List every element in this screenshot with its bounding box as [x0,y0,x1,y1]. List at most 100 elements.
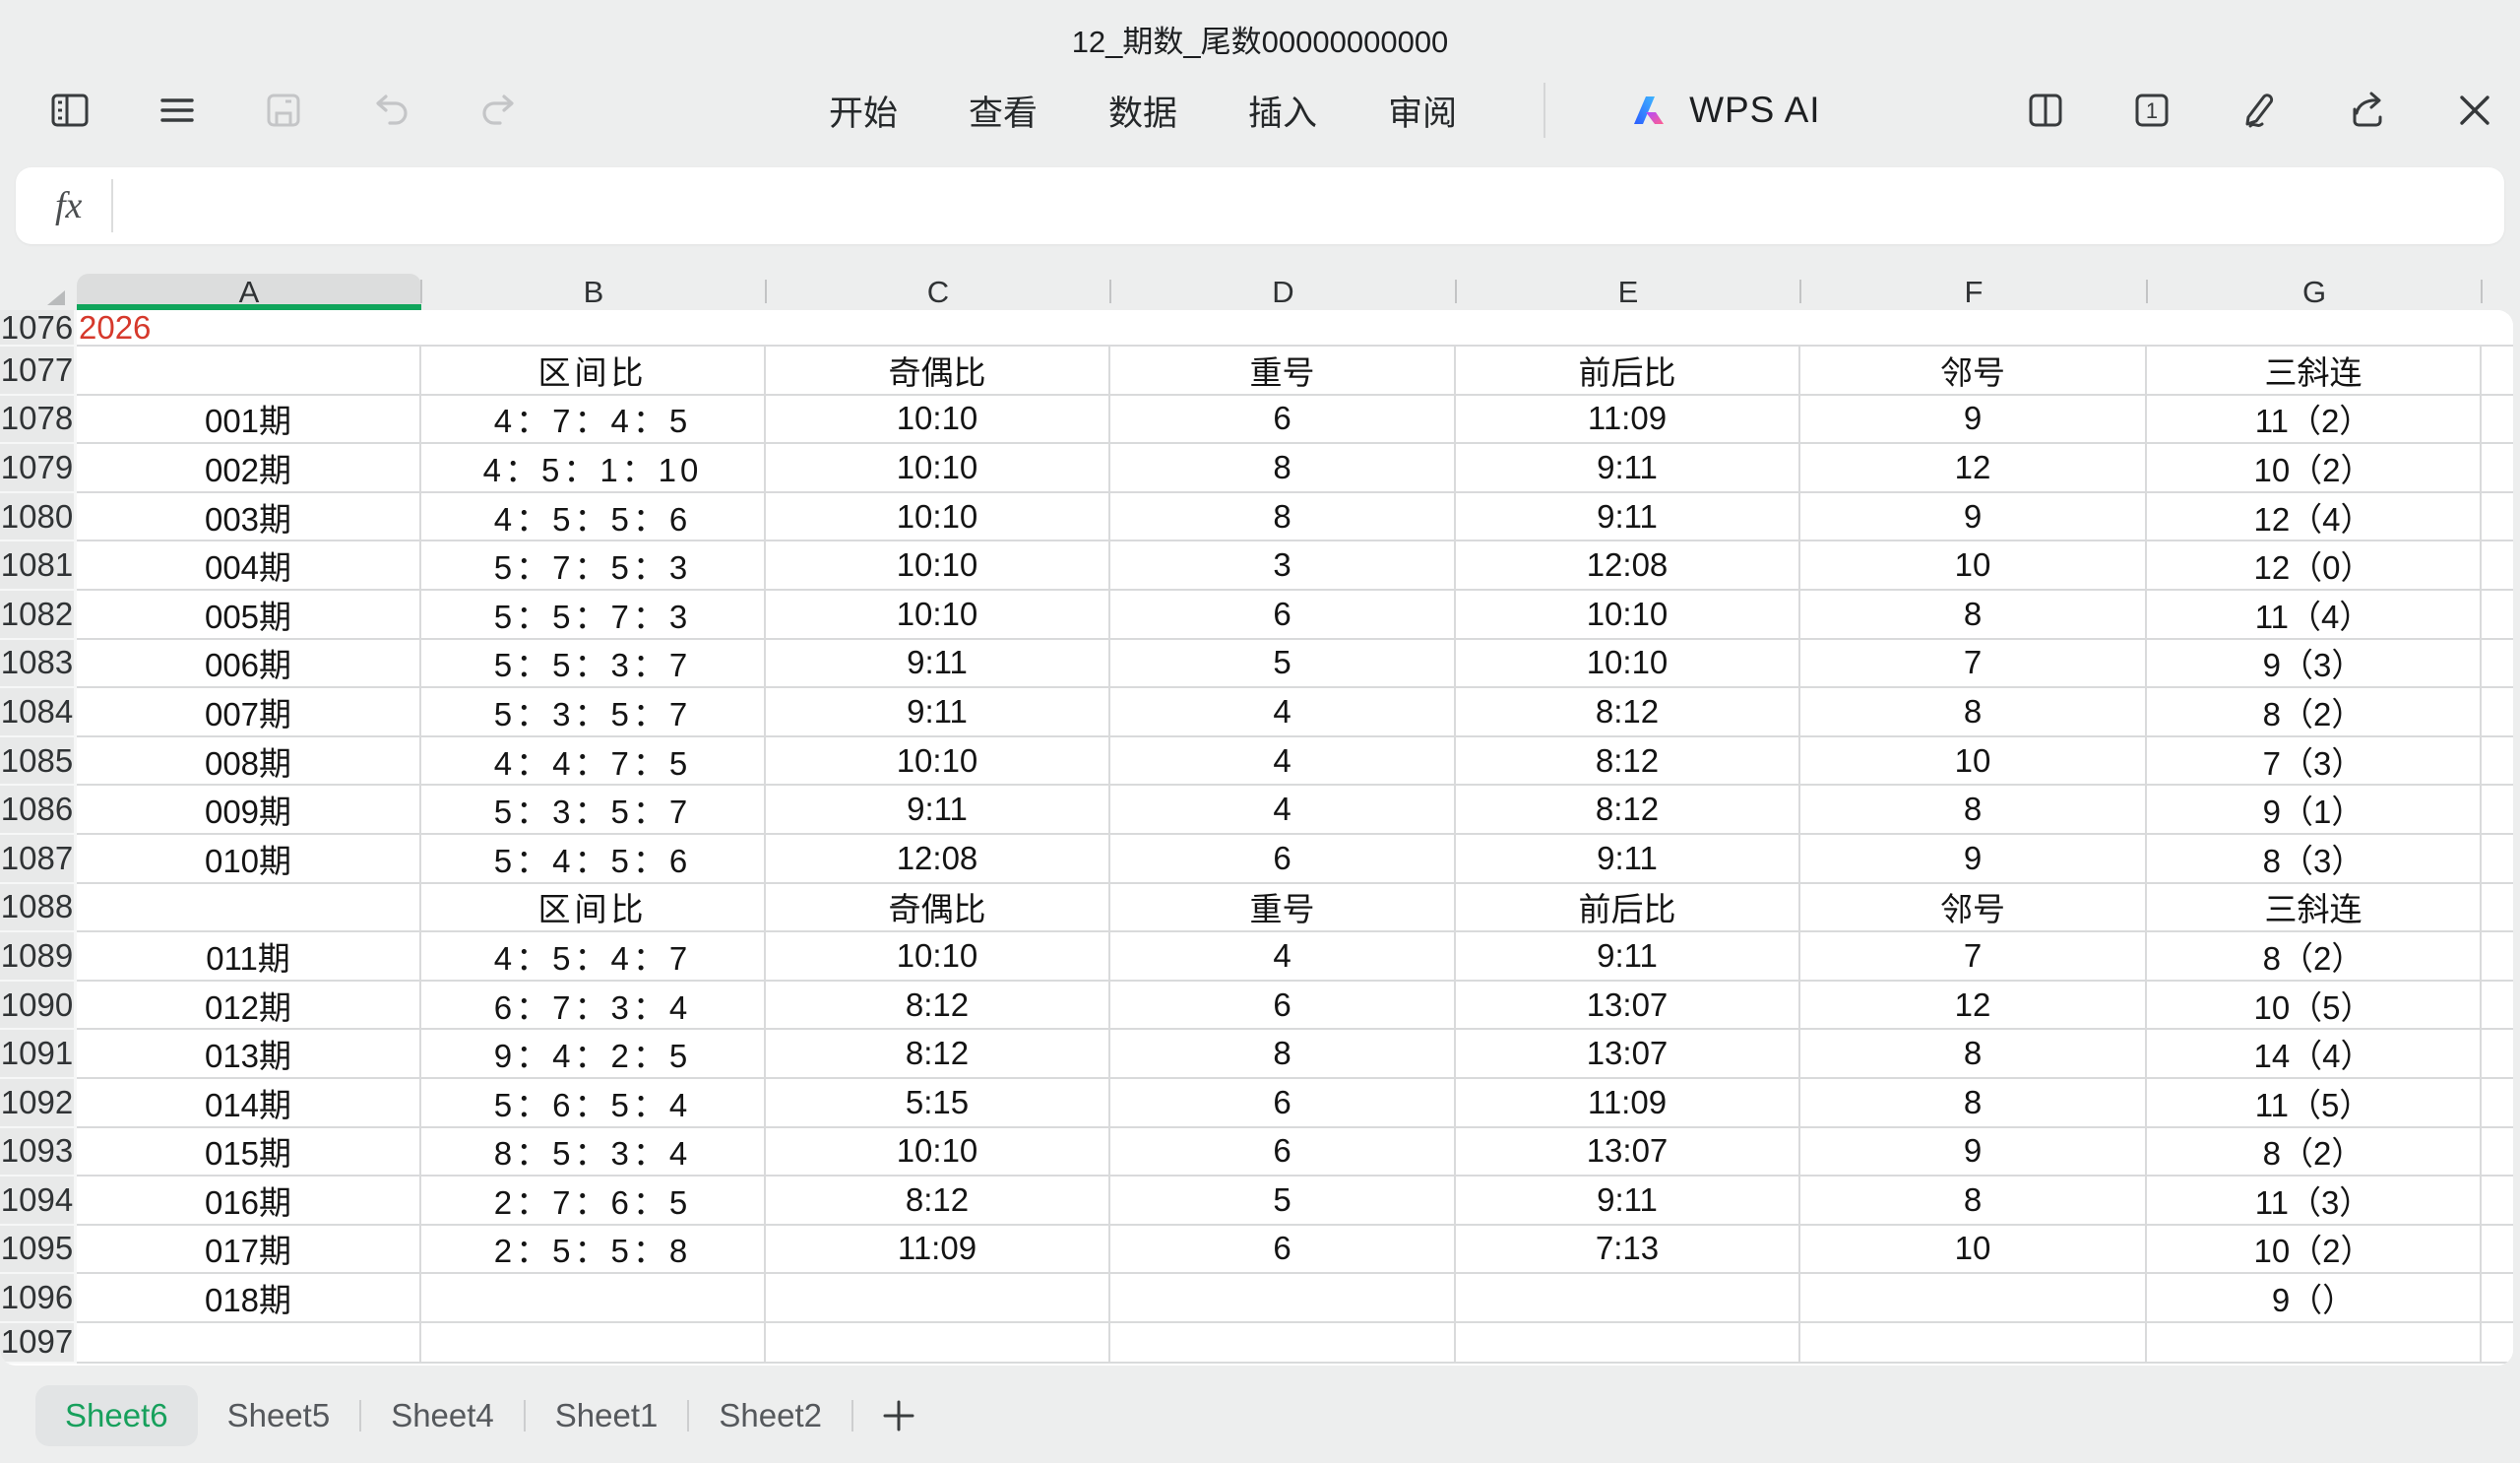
row-header-1094[interactable]: 1094 [0,1177,77,1226]
cell-c-1082[interactable]: 10:10 [766,590,1110,640]
select-all-corner[interactable] [0,274,77,310]
cell-partial-1083[interactable] [2482,640,2513,689]
cell-d-1092[interactable]: 6 [1110,1078,1456,1128]
cell-c-1088[interactable]: 奇偶比 [766,883,1110,933]
cell-c-1077[interactable]: 奇偶比 [766,347,1110,396]
cell-partial-1080[interactable] [2482,493,2513,542]
row-header-1082[interactable]: 1082 [0,590,77,640]
column-header-f[interactable]: F [1800,274,2148,310]
column-header-g[interactable]: G [2147,274,2483,310]
window-count-icon[interactable]: 1 [2130,89,2174,132]
sheet-tab-sheet1[interactable]: Sheet1 [526,1385,688,1446]
cell-a-1086[interactable]: 009期 [77,786,421,835]
sheet-tab-sheet6[interactable]: Sheet6 [35,1385,198,1446]
cell-b-1092[interactable]: 5：6：5：4 [421,1078,766,1128]
cell-partial-1094[interactable] [2482,1177,2513,1226]
cell-e-1083[interactable]: 10:10 [1456,639,1800,689]
cell-f-1087[interactable]: 9 [1800,834,2147,884]
cell-f-1078[interactable]: 9 [1800,395,2147,445]
cell-e-1080[interactable]: 9:11 [1456,492,1800,542]
cell-d-1079[interactable]: 8 [1110,444,1456,493]
cell-g-1087[interactable]: 8（3） [2147,834,2482,884]
cell-g-1083[interactable]: 9（3） [2147,639,2482,689]
row-header-1096[interactable]: 1096 [0,1274,77,1323]
cell-a-1077[interactable] [77,347,421,396]
cell-c-1097[interactable] [766,1322,1110,1364]
cell-f-1081[interactable]: 10 [1800,541,2147,591]
cell-c-1086[interactable]: 9:11 [766,786,1110,835]
cell-c-1090[interactable]: 8:12 [766,981,1110,1031]
cell-e-1078[interactable]: 11:09 [1456,395,1800,445]
cell-f-1089[interactable]: 7 [1800,932,2147,982]
cell-partial-1085[interactable] [2482,737,2513,787]
cell-a-1097[interactable] [77,1322,421,1364]
cell-b-1090[interactable]: 6：7：3：4 [421,981,766,1031]
hamburger-menu-icon[interactable] [156,89,199,132]
cell-g-1091[interactable]: 14（4） [2147,1030,2482,1079]
cell-c-1078[interactable]: 10:10 [766,395,1110,445]
cell-partial-1090[interactable] [2482,982,2513,1031]
cell-b-1078[interactable]: 4：7：4：5 [421,395,766,445]
cell-d-1090[interactable]: 6 [1110,981,1456,1031]
close-icon[interactable] [2453,89,2496,132]
cell-e-1079[interactable]: 9:11 [1456,444,1800,493]
cell-a-1095[interactable]: 017期 [77,1225,421,1275]
cell-g-1088[interactable]: 三斜连 [2147,883,2482,933]
menu-view[interactable]: 查看 [969,86,1038,136]
row-header-1095[interactable]: 1095 [0,1225,77,1275]
cell-g-1096[interactable]: 9（） [2147,1274,2482,1323]
split-view-icon[interactable] [2024,89,2067,132]
row-header-1093[interactable]: 1093 [0,1127,77,1177]
row-header-1089[interactable]: 1089 [0,932,77,982]
cell-g-1085[interactable]: 7（3） [2147,736,2482,787]
sheet-tab-sheet5[interactable]: Sheet5 [198,1385,360,1446]
cell-a-1082[interactable]: 005期 [77,590,421,640]
cell-partial-1091[interactable] [2482,1030,2513,1079]
cell-g-1080[interactable]: 12（4） [2147,492,2482,542]
cell-c-1079[interactable]: 10:10 [766,444,1110,493]
cell-f-1090[interactable]: 12 [1800,981,2147,1031]
row-header-1076[interactable]: 1076 [0,310,77,347]
cell-b-1087[interactable]: 5：4：5：6 [421,834,766,884]
cell-g-1082[interactable]: 11（4） [2147,590,2482,640]
cell-d-1087[interactable]: 6 [1110,834,1456,884]
cell-d-1084[interactable]: 4 [1110,688,1456,737]
cell-b-1089[interactable]: 4：5：4：7 [421,932,766,982]
cell-e-1097[interactable] [1456,1322,1800,1364]
row-header-1079[interactable]: 1079 [0,444,77,493]
cell-a-1091[interactable]: 013期 [77,1030,421,1079]
wps-ai-button[interactable]: WPS AI [1626,87,1820,134]
cell-b-1084[interactable]: 5：3：5：7 [421,688,766,737]
cell-c-1081[interactable]: 10:10 [766,541,1110,591]
row-header-1083[interactable]: 1083 [0,639,77,689]
cell-f-1079[interactable]: 12 [1800,444,2147,493]
cell-f-1085[interactable]: 10 [1800,736,2147,787]
cell-b-1080[interactable]: 4：5：5：6 [421,492,766,542]
panel-toggle-icon[interactable] [47,88,93,133]
cell-a-1092[interactable]: 014期 [77,1078,421,1128]
cell-e-1077[interactable]: 前后比 [1456,347,1800,396]
cell-a-1094[interactable]: 016期 [77,1177,421,1226]
column-header-b[interactable]: B [421,274,767,310]
cell-e-1094[interactable]: 9:11 [1456,1177,1800,1226]
cell-c-1094[interactable]: 8:12 [766,1177,1110,1226]
cell-b-1086[interactable]: 5：3：5：7 [421,786,766,835]
row-header-1078[interactable]: 1078 [0,395,77,445]
row-header-1077[interactable]: 1077 [0,347,77,396]
cell-partial-1084[interactable] [2482,688,2513,737]
cell-d-1077[interactable]: 重号 [1110,347,1456,396]
row-header-1081[interactable]: 1081 [0,541,77,591]
cell-f-1095[interactable]: 10 [1800,1225,2147,1275]
cell-c-1087[interactable]: 12:08 [766,834,1110,884]
cell-a-1089[interactable]: 011期 [77,932,421,982]
cell-f-1091[interactable]: 8 [1800,1030,2147,1079]
cell-a-1083[interactable]: 006期 [77,639,421,689]
cell-c-1089[interactable]: 10:10 [766,932,1110,982]
cell-f-1082[interactable]: 8 [1800,590,2147,640]
cell-c-1092[interactable]: 5:15 [766,1078,1110,1128]
cell-a-1084[interactable]: 007期 [77,688,421,737]
cell-e-1081[interactable]: 12:08 [1456,541,1800,591]
formula-input[interactable] [113,167,2504,244]
cell-d-1085[interactable]: 4 [1110,736,1456,787]
cell-g-1097[interactable] [2147,1322,2482,1364]
